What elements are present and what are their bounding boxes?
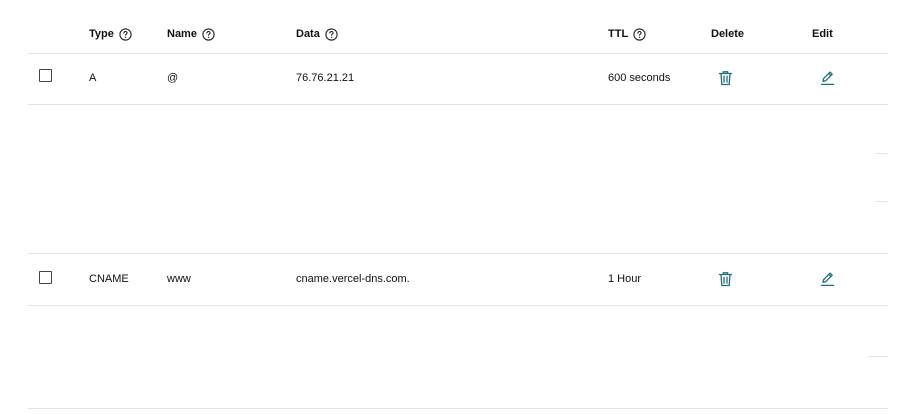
record-name: @ — [167, 72, 179, 84]
column-header-edit: Edit — [812, 28, 833, 40]
row-select-checkbox[interactable] — [39, 271, 52, 284]
column-header-name: Name — [167, 27, 215, 41]
record-type: CNAME — [89, 273, 129, 285]
column-header-name-label: Name — [167, 28, 197, 40]
trash-icon[interactable] — [718, 271, 733, 287]
record-ttl: 1 Hour — [608, 273, 642, 285]
column-header-ttl: TTL — [608, 27, 646, 41]
row-select-checkbox[interactable] — [39, 69, 52, 82]
help-icon[interactable] — [202, 27, 215, 41]
divider — [876, 201, 888, 202]
dns-records-table: Type Name Data TTL Delete Edit A @ 76.76… — [28, 0, 888, 414]
record-type: A — [89, 72, 97, 84]
table-header: Type Name Data TTL Delete Edit — [28, 0, 888, 54]
record-name: www — [167, 273, 191, 285]
column-header-data-label: Data — [296, 28, 320, 40]
column-header-type: Type — [89, 27, 132, 41]
divider — [28, 408, 888, 409]
record-data: 76.76.21.21 — [296, 72, 355, 84]
divider — [876, 153, 888, 154]
pencil-icon[interactable] — [820, 271, 835, 287]
divider — [868, 356, 888, 357]
trash-icon[interactable] — [718, 70, 733, 86]
column-header-delete: Delete — [711, 28, 745, 40]
column-header-data: Data — [296, 27, 338, 41]
column-header-type-label: Type — [89, 28, 114, 40]
record-ttl: 600 seconds — [608, 72, 671, 84]
column-header-ttl-label: TTL — [608, 28, 629, 40]
table-row: A @ 76.76.21.21 600 seconds — [28, 53, 888, 105]
table-row: CNAME www cname.vercel-dns.com. 1 Hour — [28, 253, 888, 306]
pencil-icon[interactable] — [820, 70, 835, 86]
help-icon[interactable] — [119, 27, 132, 41]
record-data: cname.vercel-dns.com. — [296, 273, 410, 285]
help-icon[interactable] — [325, 27, 338, 41]
help-icon[interactable] — [633, 27, 646, 41]
